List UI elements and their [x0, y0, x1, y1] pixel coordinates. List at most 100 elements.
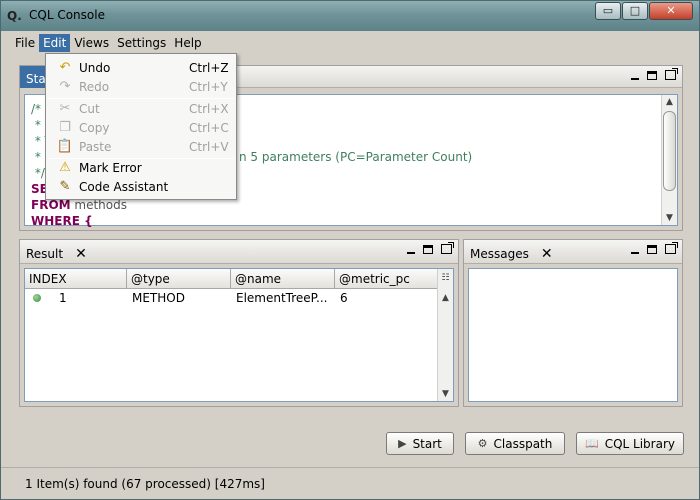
code-line: * — [31, 150, 41, 164]
keyword-from: FROM — [31, 198, 71, 212]
window-controls: ▭ □ ✕ — [594, 2, 693, 20]
cell-type: METHOD — [132, 291, 185, 305]
cell-index: 1 — [59, 291, 67, 305]
result-panel: Result ✕ INDEX @type @name @metric_pc 1 … — [19, 239, 459, 407]
close-tab-icon[interactable]: ✕ — [75, 246, 87, 262]
classpath-button[interactable]: ⚙ Classpath — [465, 432, 565, 455]
cql-library-button[interactable]: 📖 CQL Library — [576, 432, 684, 455]
book-icon: 📖 — [585, 437, 599, 450]
tab-result[interactable]: Result ✕ — [20, 240, 93, 264]
tab-messages-label: Messages — [470, 246, 529, 261]
statement-panel-controls — [623, 68, 678, 80]
code-line: /* — [31, 102, 42, 116]
minimize-button[interactable]: ▭ — [595, 2, 621, 20]
menu-item-copy[interactable]: ❐ Copy Ctrl+C — [46, 118, 236, 137]
maximize-button[interactable]: □ — [622, 2, 648, 20]
menu-item-label: Redo — [79, 79, 110, 94]
menu-item-redo[interactable]: ↷ Redo Ctrl+Y — [46, 77, 236, 96]
menu-item-mark-error[interactable]: ⚠ Mark Error — [46, 158, 236, 177]
menu-item-paste[interactable]: 📋 Paste Ctrl+V — [46, 137, 236, 156]
column-header-index[interactable]: INDEX — [25, 269, 127, 289]
menu-item-accel: Ctrl+Y — [189, 79, 228, 94]
column-header-type[interactable]: @type — [127, 269, 231, 289]
menu-item-accel: Ctrl+C — [189, 120, 229, 135]
copy-icon: ❐ — [59, 119, 71, 135]
tab-messages[interactable]: Messages ✕ — [464, 240, 559, 264]
start-button-label: Start — [412, 436, 442, 451]
minimize-panel-icon[interactable] — [407, 252, 415, 254]
maximize-panel-icon[interactable] — [647, 244, 657, 254]
result-table: INDEX @type @name @metric_pc 1 METHOD El… — [24, 268, 454, 402]
menu-item-label: Undo — [79, 60, 111, 75]
redo-icon: ↷ — [59, 78, 71, 94]
column-header-metric-pc[interactable]: @metric_pc — [335, 269, 439, 289]
messages-panel-controls — [623, 242, 678, 254]
menu-item-label: Code Assistant — [79, 179, 169, 194]
close-icon: ✕ — [666, 4, 676, 17]
menu-item-label: Copy — [79, 120, 110, 135]
status-text: 1 Item(s) found (67 processed) [427ms] — [25, 477, 265, 491]
maximize-panel-icon[interactable] — [423, 244, 433, 254]
start-button[interactable]: ▶ Start — [386, 432, 454, 455]
wand-icon: ✎ — [59, 178, 71, 194]
menu-item-label: Paste — [79, 139, 112, 154]
menu-edit[interactable]: Edit — [39, 34, 71, 52]
editor-scrollbar[interactable]: ▲ ▼ — [661, 95, 677, 225]
tab-result-label: Result — [26, 246, 64, 261]
from-target: methods — [70, 198, 128, 212]
table-scrollbar[interactable]: ☷ ▲ ▼ — [437, 269, 453, 401]
menu-item-label: Mark Error — [79, 160, 142, 175]
scroll-down-icon[interactable]: ▼ — [662, 211, 677, 225]
minimize-panel-icon[interactable] — [631, 252, 639, 254]
minimize-icon: ▭ — [602, 4, 614, 17]
menu-item-code-assistant[interactable]: ✎ Code Assistant — [46, 177, 236, 196]
app-logo-icon: Q. — [7, 9, 22, 23]
menu-bar: File Edit Views Settings Help — [11, 32, 691, 54]
menu-settings[interactable]: Settings — [113, 34, 170, 52]
status-dot-icon — [33, 294, 41, 302]
code-line-comment-tail: n 5 parameters (PC=Parameter Count) — [239, 150, 473, 164]
menu-item-cut[interactable]: ✂ Cut Ctrl+X — [46, 99, 236, 118]
scroll-thumb[interactable] — [663, 111, 676, 191]
edit-menu-dropdown: ↶ Undo Ctrl+Z ↷ Redo Ctrl+Y ✂ Cut Ctrl+X… — [45, 53, 237, 200]
maximize-panel-icon[interactable] — [647, 70, 657, 80]
warning-icon: ⚠ — [59, 159, 71, 175]
menu-item-undo[interactable]: ↶ Undo Ctrl+Z — [46, 58, 236, 77]
window-title: CQL Console — [29, 8, 105, 22]
detach-panel-icon[interactable] — [665, 242, 678, 254]
menu-item-accel: Ctrl+X — [189, 101, 229, 116]
menu-item-label: Cut — [79, 101, 100, 116]
menu-views[interactable]: Views — [70, 34, 113, 52]
scissors-icon: ✂ — [59, 100, 71, 116]
table-row[interactable]: 1 METHOD ElementTreeP... 6 — [25, 289, 437, 307]
result-panel-header: Result ✕ — [20, 240, 458, 264]
messages-area[interactable] — [468, 268, 678, 402]
minimize-panel-icon[interactable] — [631, 78, 639, 80]
column-chooser-icon[interactable]: ☷ — [438, 271, 453, 285]
messages-panel-header: Messages ✕ — [464, 240, 682, 264]
scroll-up-icon[interactable]: ▲ — [438, 291, 453, 305]
cql-library-button-label: CQL Library — [604, 436, 675, 451]
detach-panel-icon[interactable] — [665, 68, 678, 80]
play-icon: ▶ — [398, 437, 407, 450]
column-header-name[interactable]: @name — [231, 269, 335, 289]
result-panel-controls — [399, 242, 454, 254]
status-bar: 1 Item(s) found (67 processed) [427ms] — [1, 467, 699, 499]
title-bar[interactable]: Q. CQL Console ▭ □ ✕ — [1, 1, 699, 31]
menu-file[interactable]: File — [11, 34, 39, 52]
close-tab-icon[interactable]: ✕ — [541, 246, 553, 262]
undo-icon: ↶ — [59, 59, 71, 75]
gears-icon: ⚙ — [477, 437, 488, 450]
cell-name: ElementTreeP... — [236, 291, 328, 305]
table-header: INDEX @type @name @metric_pc — [25, 269, 439, 289]
detach-panel-icon[interactable] — [441, 242, 454, 254]
menu-item-accel: Ctrl+V — [189, 139, 229, 154]
scroll-down-icon[interactable]: ▼ — [438, 387, 453, 401]
close-button[interactable]: ✕ — [649, 2, 693, 20]
app-window: Q. CQL Console ▭ □ ✕ File Edit Views Set… — [0, 0, 700, 500]
clipboard-icon: 📋 — [56, 138, 74, 154]
classpath-button-label: Classpath — [493, 436, 553, 451]
menu-item-accel: Ctrl+Z — [189, 60, 229, 75]
menu-help[interactable]: Help — [170, 34, 205, 52]
scroll-up-icon[interactable]: ▲ — [662, 95, 677, 109]
